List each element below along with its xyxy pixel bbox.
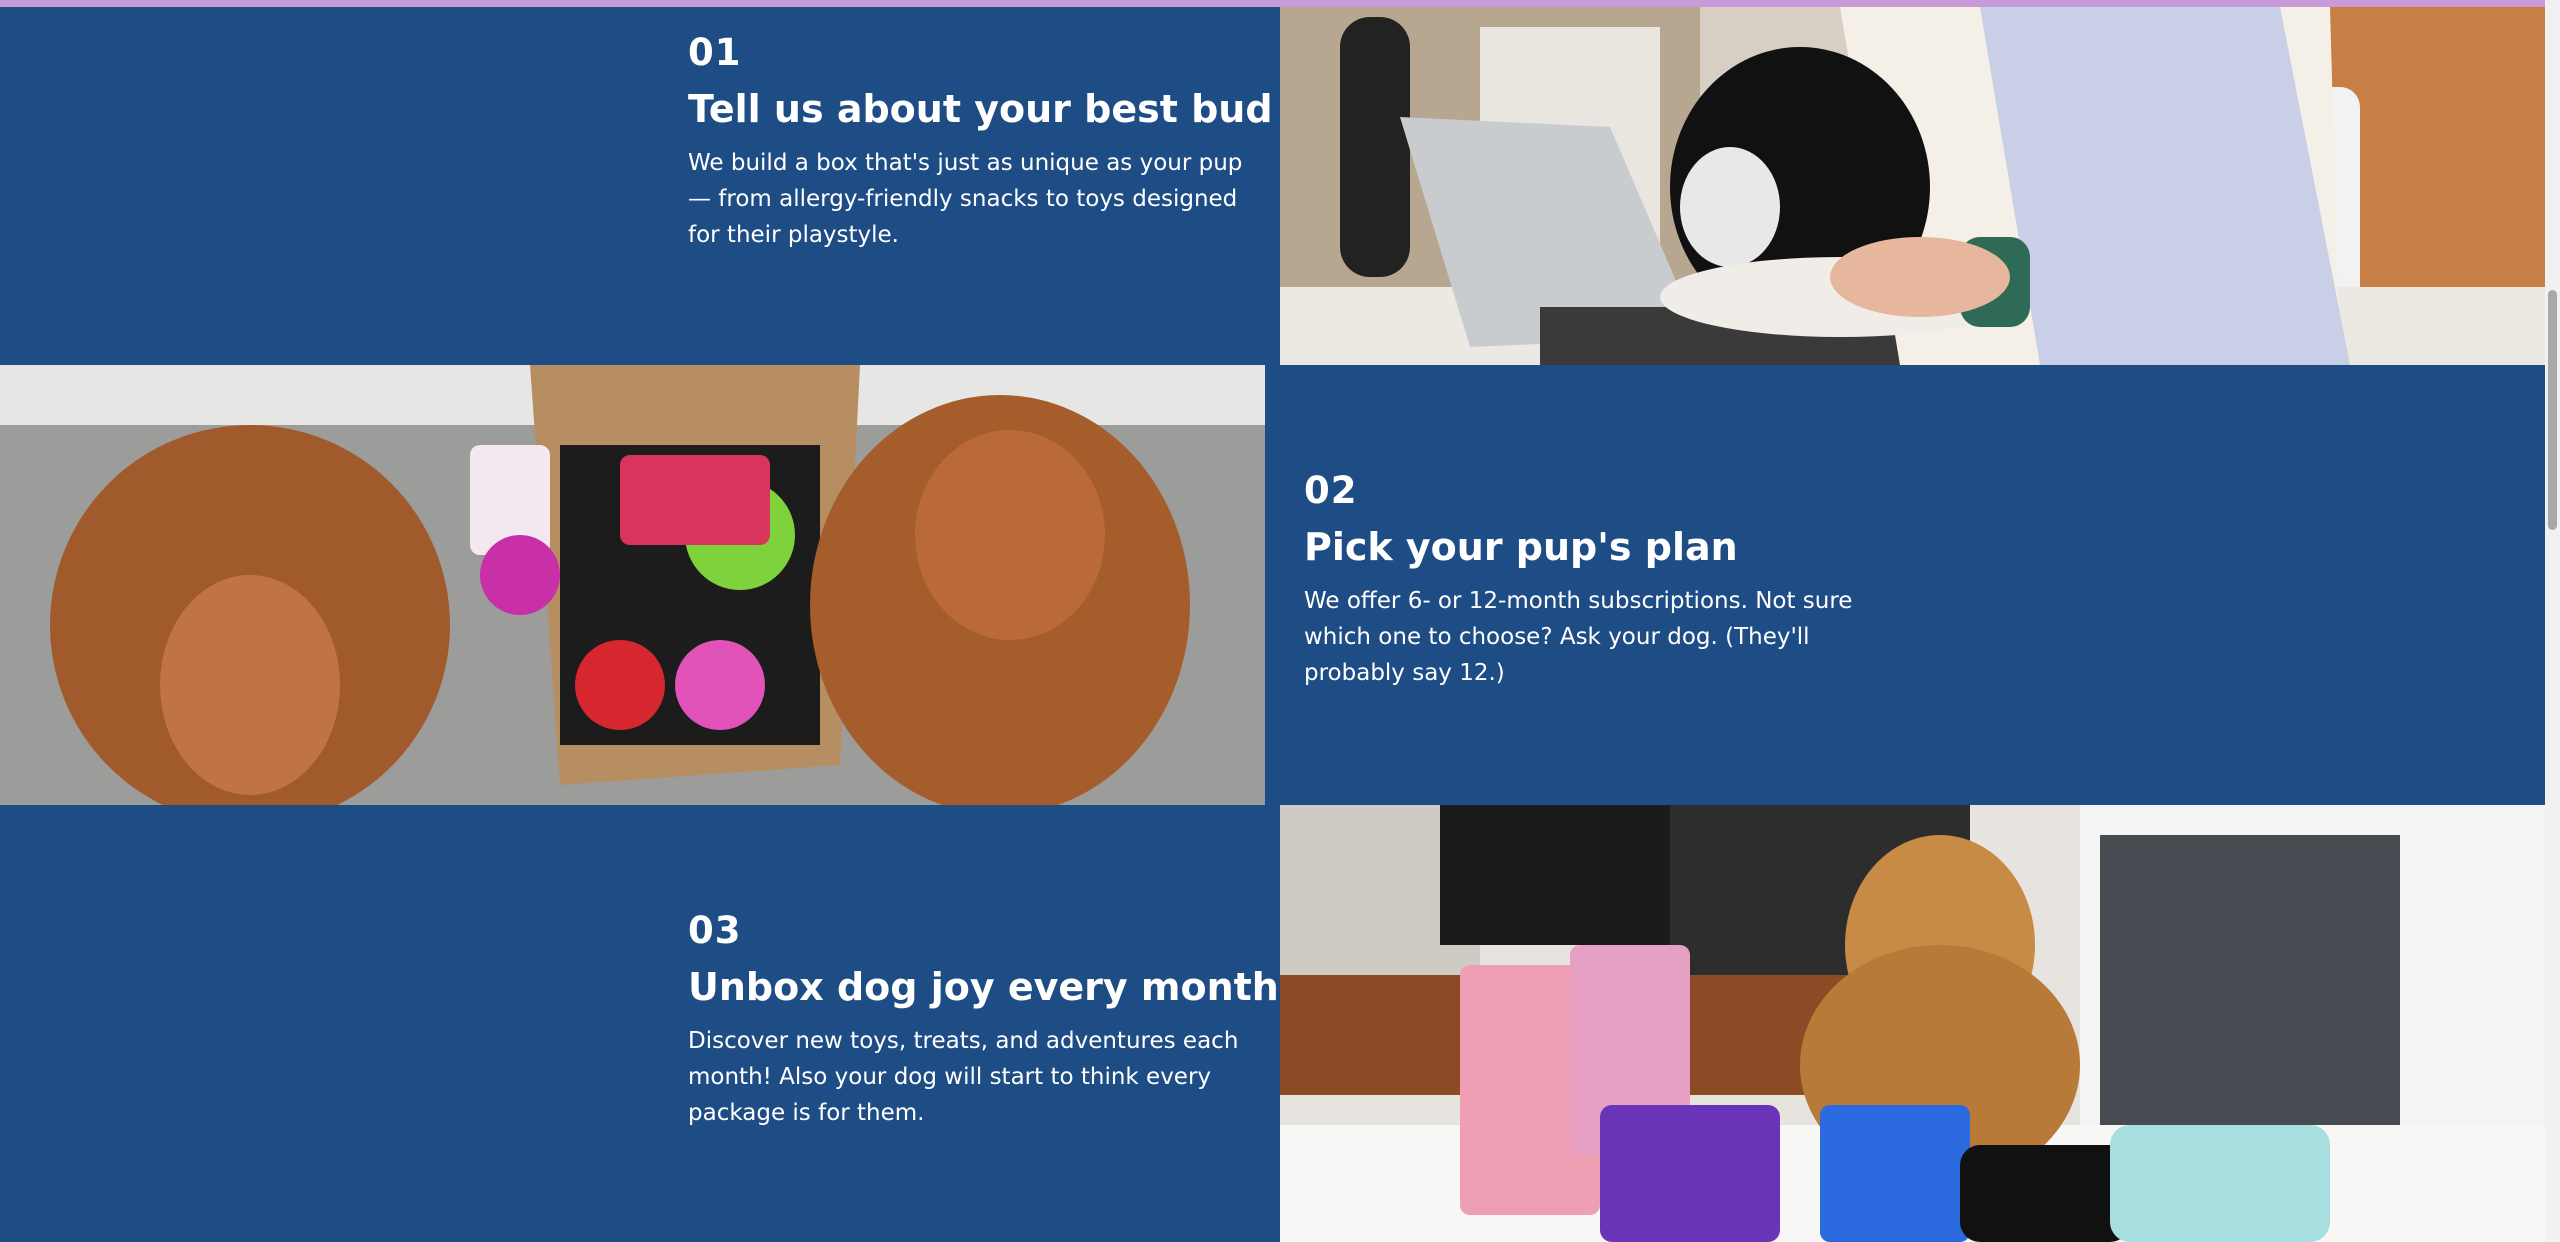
- step-3-title: Unbox dog joy every month: [688, 964, 1279, 1009]
- step-2-title: Pick your pup's plan: [1304, 524, 1738, 569]
- top-accent-bar: [0, 0, 2560, 7]
- scrollbar-thumb[interactable]: [2548, 290, 2557, 530]
- step-1-number: 01: [688, 31, 742, 74]
- step-1-title: Tell us about your best bud: [688, 86, 1273, 131]
- step-3-text: 03 Unbox dog joy every month Discover ne…: [688, 909, 1279, 1131]
- step-2-section: 02 Pick your pup's plan We offer 6- or 1…: [0, 365, 2545, 805]
- step-1-description: We build a box that's just as unique as …: [688, 150, 1243, 249]
- step-2-number: 02: [1304, 469, 1358, 512]
- step-3-number: 03: [688, 909, 742, 952]
- golden-retriever-with-treats-photo: [1280, 805, 2545, 1242]
- step-2-text: 02 Pick your pup's plan We offer 6- or 1…: [1304, 469, 1864, 691]
- step-1-text: 01 Tell us about your best bud We build …: [688, 31, 1273, 253]
- step-3-description: Discover new toys, treats, and adventure…: [688, 1028, 1239, 1127]
- scrollbar-track[interactable]: [2545, 0, 2560, 1242]
- step-2-description: We offer 6- or 12-month subscriptions. N…: [1304, 588, 1853, 687]
- step-3-section: 03 Unbox dog joy every month Discover ne…: [0, 805, 2545, 1242]
- two-dogs-with-toy-box-photo: [0, 365, 1265, 805]
- step-1-section: 01 Tell us about your best bud We build …: [0, 7, 2545, 365]
- person-holding-puppy-photo: [1280, 7, 2545, 365]
